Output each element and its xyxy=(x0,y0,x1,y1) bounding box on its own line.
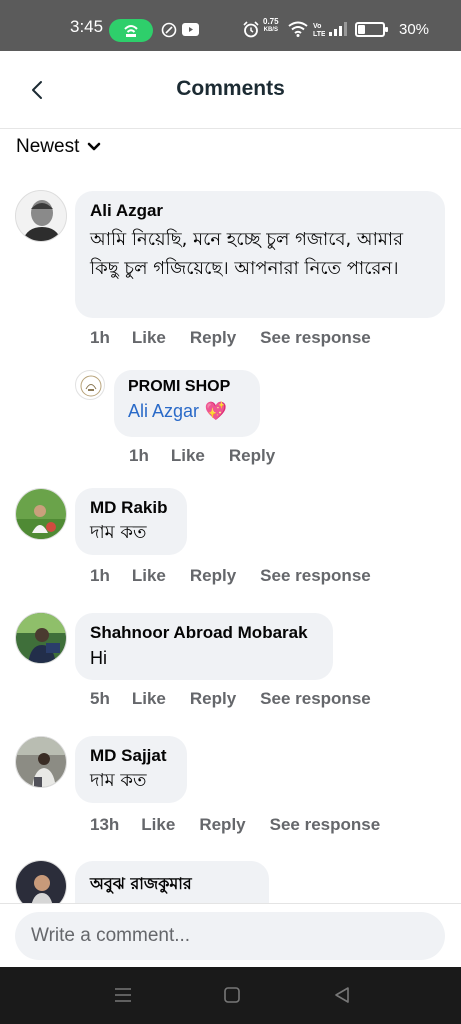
status-bar: 3:45 0.75 KB/S Vo LTE 30% xyxy=(0,0,461,51)
like-button[interactable]: Like xyxy=(132,689,166,709)
comment-time: 13h xyxy=(90,815,120,834)
comment-author[interactable]: Ali Azgar xyxy=(90,201,431,221)
comment-author[interactable]: MD Sajjat xyxy=(90,746,173,766)
comment-author[interactable]: Shahnoor Abroad Mobarak xyxy=(90,623,319,643)
header: Comments xyxy=(0,51,461,129)
menu-icon[interactable] xyxy=(114,987,132,1003)
volte-icon: VoLTE xyxy=(313,23,325,37)
reply-button[interactable]: Reply xyxy=(190,328,236,348)
reply-button[interactable]: Reply xyxy=(229,446,275,466)
comment-actions: 1h Like Reply See response xyxy=(90,328,395,348)
avatar[interactable] xyxy=(15,736,67,788)
see-response-button[interactable]: See response xyxy=(270,815,381,835)
reply-text: Ali Azgar 💖 xyxy=(128,399,246,424)
battery-icon xyxy=(355,22,388,37)
youtube-icon xyxy=(182,23,199,36)
network-speed: 0.75 KB/S xyxy=(263,17,279,34)
see-response-button[interactable]: See response xyxy=(260,566,371,586)
comment-text: আমি নিয়েছি, মনে হচ্ছে চুল গজাবে, আমার ক… xyxy=(90,229,404,279)
battery-percent: 30% xyxy=(399,21,430,38)
alarm-icon xyxy=(243,21,259,38)
like-button[interactable]: Like xyxy=(132,566,166,586)
svg-text:Vo: Vo xyxy=(313,23,321,30)
comment-time: 1h xyxy=(90,328,110,347)
comment-text: দাম কত xyxy=(90,522,147,543)
comment-bubble: Ali Azgar আমি নিয়েছি, মনে হচ্ছে চুল গজা… xyxy=(75,191,445,318)
see-response-button[interactable]: See response xyxy=(260,328,371,348)
like-button[interactable]: Like xyxy=(132,328,166,348)
comment-input[interactable]: Write a comment... xyxy=(15,912,445,960)
reply-actions: 1h Like Reply xyxy=(129,446,299,466)
comment-bubble: MD Rakib দাম কত xyxy=(75,488,187,555)
svg-text:LTE: LTE xyxy=(313,31,325,37)
reply-bubble: PROMI SHOP Ali Azgar 💖 xyxy=(114,370,260,437)
comment-text: Hi xyxy=(90,648,107,668)
composer-bar: Write a comment... xyxy=(0,903,461,967)
reply-time: 1h xyxy=(129,446,149,465)
avatar[interactable] xyxy=(15,612,67,664)
chevron-down-icon xyxy=(88,142,101,151)
home-icon[interactable] xyxy=(224,987,240,1003)
like-button[interactable]: Like xyxy=(141,815,175,835)
reply-button[interactable]: Reply xyxy=(199,815,245,835)
reply-button[interactable]: Reply xyxy=(190,566,236,586)
heart-emoji: 💖 xyxy=(204,401,228,422)
avatar[interactable] xyxy=(15,488,67,540)
avatar[interactable] xyxy=(15,190,67,242)
comment-author[interactable]: অবুঝ রাজকুমার xyxy=(90,871,255,898)
comment-actions: 5h Like Reply See response xyxy=(90,689,395,709)
status-time: 3:45 xyxy=(70,17,104,36)
reply-button[interactable]: Reply xyxy=(190,689,236,709)
comment-bubble: Shahnoor Abroad Mobarak Hi xyxy=(75,613,333,680)
comment-time: 1h xyxy=(90,566,110,585)
back-nav-icon[interactable] xyxy=(334,987,350,1003)
sort-label: Newest xyxy=(16,136,80,157)
comment-time: 5h xyxy=(90,689,110,708)
sort-dropdown[interactable]: Newest xyxy=(16,136,101,158)
comment-author[interactable]: MD Rakib xyxy=(90,498,173,518)
system-navbar xyxy=(0,967,461,1024)
see-response-button[interactable]: See response xyxy=(260,689,371,709)
avatar[interactable] xyxy=(75,370,105,400)
screen-record-icon xyxy=(161,22,177,38)
page-title: Comments xyxy=(176,77,285,100)
comment-actions: 1h Like Reply See response xyxy=(90,566,395,586)
signal-icon xyxy=(329,22,347,36)
comment-text: দাম কত xyxy=(90,770,147,791)
comment-actions: 13h Like Reply See response xyxy=(90,815,404,835)
wifi-icon xyxy=(288,21,308,37)
reply-author[interactable]: PROMI SHOP xyxy=(128,378,246,396)
mention-link[interactable]: Ali Azgar xyxy=(128,401,199,421)
hotspot-icon xyxy=(109,19,153,42)
like-button[interactable]: Like xyxy=(171,446,205,466)
comment-bubble: MD Sajjat দাম কত xyxy=(75,736,187,803)
